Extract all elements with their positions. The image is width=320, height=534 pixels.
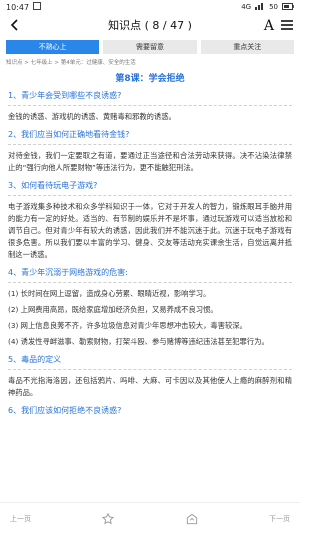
back-button[interactable] xyxy=(6,16,24,34)
status-bar: 10:47 4G 50 xyxy=(0,0,300,14)
section-question-3: 3、如何看待玩电子游戏? xyxy=(8,181,98,190)
divider xyxy=(8,369,292,370)
battery-icon xyxy=(282,2,294,12)
section-answer-2: 对待金钱，我们一定要取之有道，要通过正当途径和合法劳动来获得。决不沾染法律禁止的… xyxy=(8,151,292,172)
font-size-icon[interactable]: A xyxy=(264,18,274,34)
divider xyxy=(8,282,292,283)
tab-focus[interactable]: 重点关注 xyxy=(200,40,294,54)
section-answer-4-3: (3) 网上信息良莠不齐，许多垃圾信息对青少年思想冲击较大，毒害较深。 xyxy=(8,321,247,330)
signal-icon xyxy=(255,2,265,12)
section-question-6: 6、我们应该如何拒绝不良诱惑? xyxy=(8,406,122,415)
breadcrumb: 知识点 > 七年级上 > 第4单元：过健康、安全的生活 xyxy=(6,60,136,66)
battery-label: 50 xyxy=(269,3,278,11)
section-answer-4-4: (4) 诱发性寻衅滋事、勒索财物，打架斗殴、参与赌博等违纪违法甚至犯罪行为。 xyxy=(8,337,269,346)
section-answer-5: 毒品不光指海洛因，还包括鸦片、吗啡、大麻、可卡因以及其他使人上瘾的麻醉剂和精神药… xyxy=(8,376,292,397)
notification-icon xyxy=(33,2,42,12)
divider xyxy=(8,105,292,106)
page-title: 知识点 ( 8 / 47 ) xyxy=(108,19,192,32)
section-question-1: 1、青少年会受到哪些不良诱惑? xyxy=(8,91,122,100)
section-answer-3: 电子游戏集多种技术和众多学科知识于一体，它对于开发人的智力，锻炼眼耳手脑并用的能… xyxy=(8,202,292,259)
header: 知识点 ( 8 / 47 ) A xyxy=(0,14,300,36)
tab-unfamiliar[interactable]: 不熟心上 xyxy=(6,40,100,54)
tab-bar: 不熟心上 需要留意 重点关注 xyxy=(6,40,294,54)
star-icon[interactable] xyxy=(101,512,115,526)
lesson-title: 第8课：学会拒绝 xyxy=(115,74,185,84)
section-question-4: 4、青少年沉溺于网络游戏的危害: xyxy=(8,268,128,277)
section-answer-1: 金钱的诱惑、游戏机的诱惑、黄赌毒和邪教的诱惑。 xyxy=(8,112,176,121)
network-label: 4G xyxy=(241,3,252,11)
section-question-2: 2、我们应当如何正确地看待金钱? xyxy=(8,130,130,139)
share-icon[interactable] xyxy=(185,512,199,526)
divider xyxy=(8,144,292,145)
next-page-button[interactable]: 下一页 xyxy=(269,514,290,524)
section-question-5: 5、毒品的定义 xyxy=(8,355,62,364)
back-arrow-icon xyxy=(9,16,21,35)
section-answer-4-1: (1) 长时间在网上逗留，造成身心劳累、眼睛近视，影响学习。 xyxy=(8,289,211,298)
section-answer-4-2: (2) 上网费用高昂，既给家庭增加经济负担，又易养成不良习惯。 xyxy=(8,305,218,314)
tab-attention[interactable]: 需要留意 xyxy=(103,40,197,54)
status-time: 10:47 xyxy=(6,2,30,12)
menu-icon[interactable] xyxy=(280,16,294,35)
bottom-nav: 上一页 下一页 xyxy=(0,502,300,534)
content-area: 1、青少年会受到哪些不良诱惑? 金钱的诱惑、游戏机的诱惑、黄赌毒和邪教的诱惑。 … xyxy=(0,90,300,416)
divider xyxy=(8,195,292,196)
prev-page-button[interactable]: 上一页 xyxy=(10,514,31,524)
